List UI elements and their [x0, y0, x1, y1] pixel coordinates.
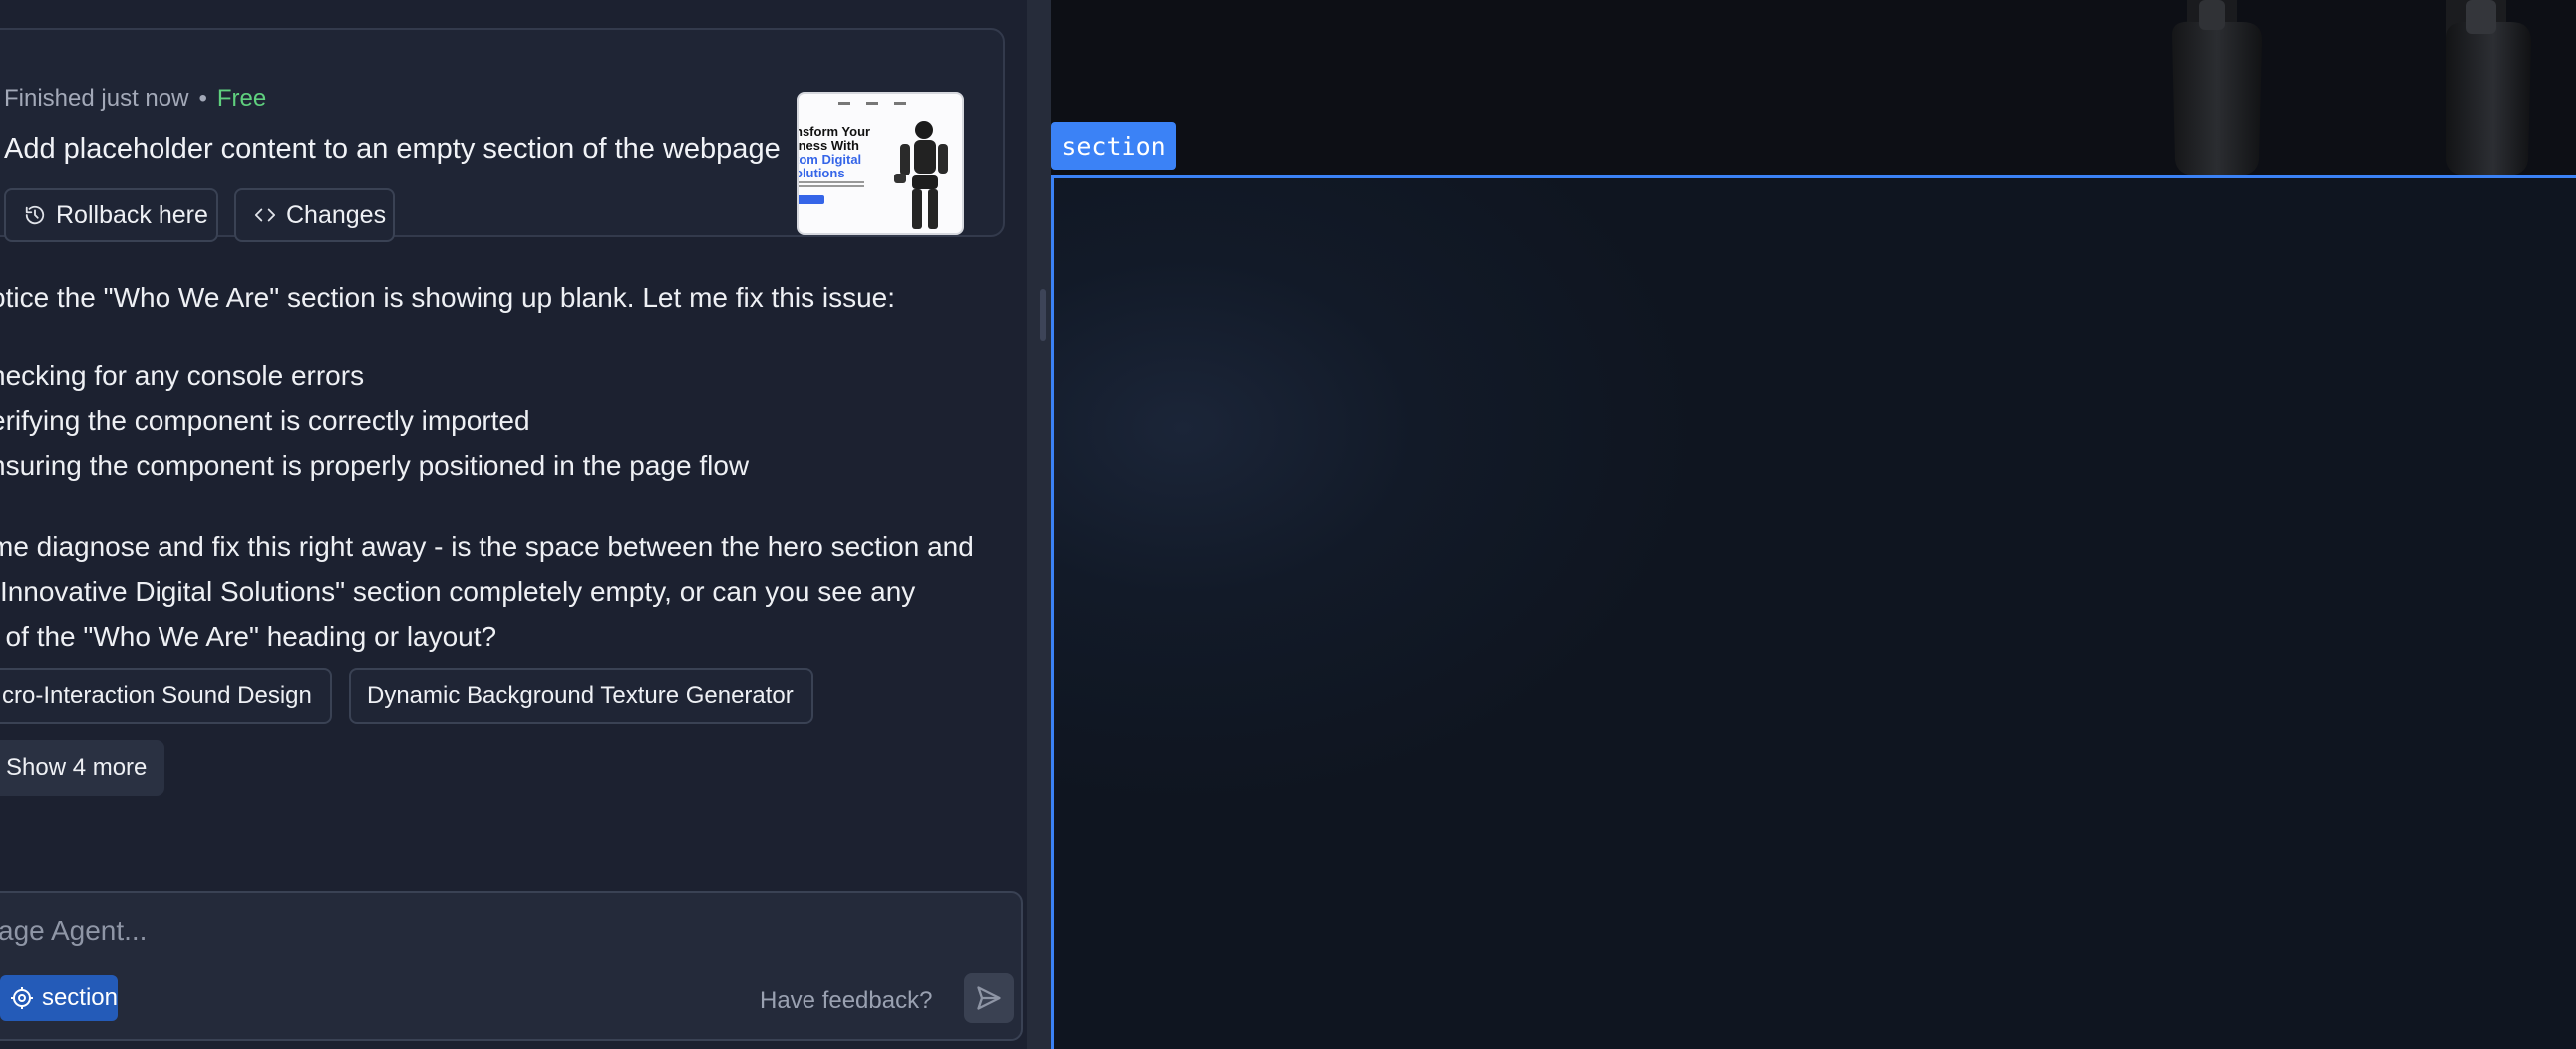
changes-button[interactable]: Changes: [234, 188, 395, 242]
thumbnail-headline-3: tom Digital: [797, 152, 862, 167]
thumbnail-cta: [799, 195, 824, 204]
question-line: me diagnose and fix this right away - is…: [0, 531, 974, 562]
robot-image: [894, 121, 948, 229]
checkpoint-status: Finished just now • Free: [4, 85, 266, 113]
thumbnail-body-text: [799, 181, 864, 189]
checkpoint-thumbnail[interactable]: nsform Your iness With tom Digital oluti…: [797, 92, 964, 235]
agent-message-intro: otice the "Who We Are" section is showin…: [0, 282, 896, 313]
thumbnail-headline-2: iness With: [797, 138, 859, 153]
code-icon: [254, 208, 276, 222]
robot-leg-image: [2446, 0, 2531, 175]
panel-divider[interactable]: [1027, 0, 1051, 1049]
question-line: t of the "Who We Are" heading or layout?: [0, 621, 497, 652]
message-input[interactable]: ssage Agent...: [0, 915, 147, 947]
list-item: erifying the component is correctly impo…: [0, 405, 530, 436]
resize-handle[interactable]: [1040, 289, 1046, 341]
hero-bottom-area: [1051, 0, 2576, 177]
thumbnail-nav: [838, 102, 922, 105]
list-item: nsuring the component is properly positi…: [0, 450, 750, 481]
status-text: Finished just now: [4, 85, 189, 112]
price-badge: Free: [216, 85, 267, 112]
webview-preview: section: [1051, 0, 2576, 1049]
checkpoint-card: Finished just now • Free Add placeholder c…: [0, 28, 1005, 242]
rollback-button[interactable]: Rollback here: [4, 188, 218, 242]
target-icon: [10, 987, 33, 1009]
thumbnail-headline-4: olutions: [797, 166, 845, 180]
status-separator: •: [198, 85, 207, 112]
list-item: hecking for any console errors: [0, 360, 365, 391]
question-line: "Innovative Digital Solutions" section c…: [0, 576, 916, 607]
thumbnail-headline-1: nsform Your: [797, 124, 871, 139]
feedback-link[interactable]: Have feedback?: [760, 987, 932, 1015]
robot-leg-image: [2172, 0, 2262, 175]
history-icon: [25, 205, 45, 225]
send-icon: [977, 986, 1001, 1010]
selected-section-outline[interactable]: [1051, 175, 2576, 1049]
send-button[interactable]: [964, 973, 1014, 1023]
message-composer: ssage Agent... section Have feedback?: [0, 891, 1023, 1041]
section-tag-label: section: [1051, 122, 1176, 170]
show-more-button[interactable]: Show 4 more: [0, 740, 164, 796]
suggestion-chip[interactable]: cro-Interaction Sound Design: [0, 668, 332, 724]
agent-message-question: me diagnose and fix this right away - is…: [0, 524, 974, 659]
checkpoint-title: Add placeholder content to an empty sect…: [4, 133, 781, 165]
section-context-chip[interactable]: section: [0, 975, 118, 1021]
suggestion-chip[interactable]: Dynamic Background Texture Generator: [349, 668, 813, 724]
section-chip-label: section: [41, 984, 118, 1011]
changes-label: Changes: [286, 200, 387, 229]
rollback-label: Rollback here: [56, 200, 208, 229]
agent-chat-panel: Finished just now • Free Add placeholder c…: [0, 0, 1027, 1049]
